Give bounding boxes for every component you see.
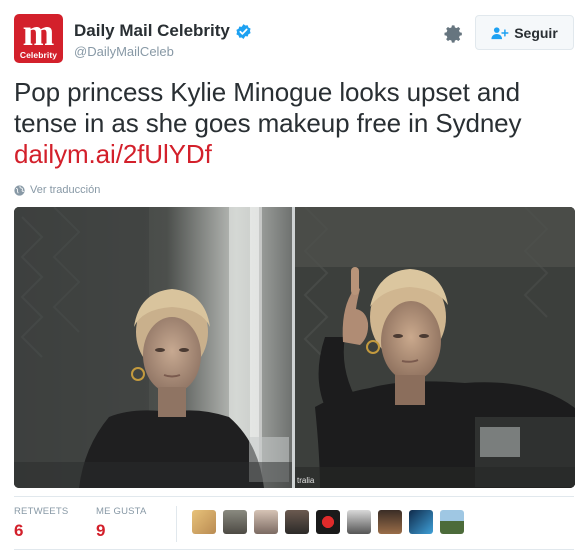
photo-left[interactable] [14, 207, 292, 488]
account-handle[interactable]: @DailyMailCeleb [74, 44, 174, 59]
stats-divider [176, 506, 177, 542]
tweet-media[interactable]: tralia [14, 207, 575, 488]
photo-watermark: tralia [297, 476, 315, 485]
retweets-label: RETWEETS [14, 506, 69, 517]
follow-button[interactable]: Seguir [475, 15, 574, 50]
liker-avatar[interactable] [285, 510, 309, 534]
gear-icon[interactable] [444, 24, 464, 44]
retweets-stat[interactable]: RETWEETS 6 [14, 506, 68, 541]
liker-avatar[interactable] [440, 510, 464, 534]
liker-avatar[interactable] [223, 510, 247, 534]
liker-avatar[interactable] [254, 510, 278, 534]
liker-avatar[interactable] [347, 510, 371, 534]
liker-avatar[interactable] [316, 510, 340, 534]
liker-avatars [192, 510, 471, 534]
likes-count: 9 [96, 521, 106, 540]
photo-right[interactable]: tralia [295, 207, 575, 488]
liker-avatar[interactable] [409, 510, 433, 534]
display-name[interactable]: Daily Mail Celebrity [74, 21, 230, 41]
verified-badge-icon [236, 23, 251, 39]
photo-left-image [14, 207, 292, 488]
divider-bottom [14, 549, 574, 550]
tweet-header: m Celebrity Daily Mail Celebrity @DailyM… [14, 14, 574, 66]
translate-link[interactable]: Ver traducción [14, 184, 100, 196]
tweet-text: Pop princess Kylie Minogue looks upset a… [14, 77, 574, 170]
photo-right-image [295, 207, 575, 488]
follow-user-icon [491, 26, 509, 39]
follow-button-label: Seguir [514, 24, 558, 41]
likes-stat[interactable]: ME GUSTA 9 [96, 506, 147, 541]
retweets-count: 6 [14, 521, 24, 540]
likes-label: ME GUSTA [96, 506, 147, 517]
logo-subtitle: Celebrity [19, 50, 58, 60]
globe-icon [14, 184, 25, 196]
liker-avatar[interactable] [378, 510, 402, 534]
liker-avatar[interactable] [192, 510, 216, 534]
tweet-link[interactable]: dailym.ai/2fUlYDf [14, 139, 212, 169]
tweet-stats: RETWEETS 6 ME GUSTA 9 [14, 506, 574, 542]
name-row: Daily Mail Celebrity [74, 21, 252, 41]
account-avatar[interactable]: m Celebrity [14, 14, 63, 63]
tweet-body: Pop princess Kylie Minogue looks upset a… [14, 77, 522, 138]
divider-top [14, 496, 574, 497]
translate-label: Ver traducción [30, 184, 101, 196]
logo-letter: m [22, 14, 55, 54]
